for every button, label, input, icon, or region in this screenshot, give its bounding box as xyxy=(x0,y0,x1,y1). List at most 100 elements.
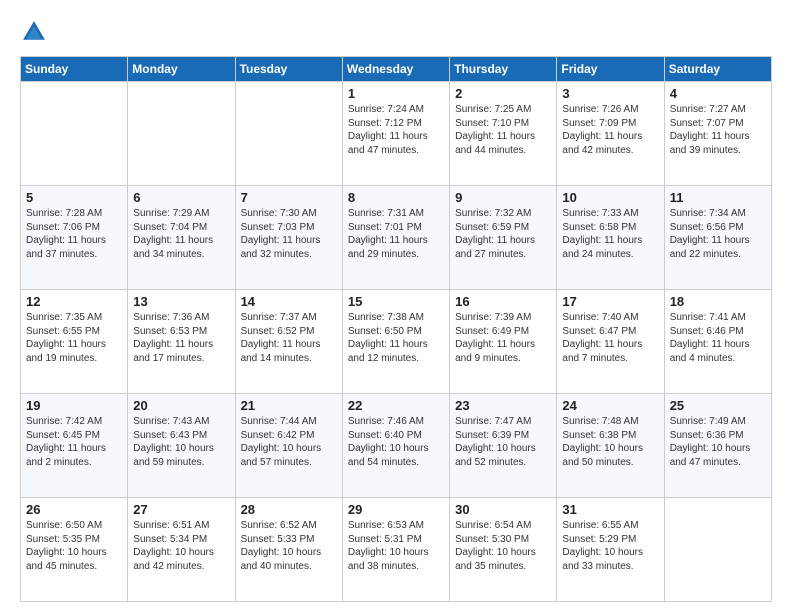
day-number: 10 xyxy=(562,190,658,205)
day-number: 13 xyxy=(133,294,229,309)
day-info: Sunrise: 7:46 AM Sunset: 6:40 PM Dayligh… xyxy=(348,415,444,469)
calendar-cell: 19 Sunrise: 7:42 AM Sunset: 6:45 PM Dayli… xyxy=(21,394,128,498)
calendar-cell: 28 Sunrise: 6:52 AM Sunset: 5:33 PM Dayli… xyxy=(235,498,342,602)
day-info: Sunrise: 6:51 AM Sunset: 5:34 PM Dayligh… xyxy=(133,519,229,573)
calendar-cell: 14 Sunrise: 7:37 AM Sunset: 6:52 PM Dayli… xyxy=(235,290,342,394)
calendar-week-row: 19 Sunrise: 7:42 AM Sunset: 6:45 PM Dayli… xyxy=(21,394,772,498)
calendar-cell xyxy=(235,82,342,186)
calendar-cell: 15 Sunrise: 7:38 AM Sunset: 6:50 PM Dayli… xyxy=(342,290,449,394)
calendar-week-row: 5 Sunrise: 7:28 AM Sunset: 7:06 PM Daylig… xyxy=(21,186,772,290)
day-info: Sunrise: 7:28 AM Sunset: 7:06 PM Dayligh… xyxy=(26,207,122,261)
calendar-cell: 11 Sunrise: 7:34 AM Sunset: 6:56 PM Dayli… xyxy=(664,186,771,290)
day-number: 18 xyxy=(670,294,766,309)
calendar-cell: 6Sunrise: 7:29 AM Sunset: 7:04 PM Daylig… xyxy=(128,186,235,290)
day-number: 16 xyxy=(455,294,551,309)
calendar-day-header: Wednesday xyxy=(342,57,449,82)
day-number: 3 xyxy=(562,86,658,101)
day-info: Sunrise: 7:34 AM Sunset: 6:56 PM Dayligh… xyxy=(670,207,766,261)
day-number: 15 xyxy=(348,294,444,309)
day-number: 7 xyxy=(241,190,337,205)
day-info: Sunrise: 7:47 AM Sunset: 6:39 PM Dayligh… xyxy=(455,415,551,469)
calendar-day-header: Friday xyxy=(557,57,664,82)
day-info: Sunrise: 6:52 AM Sunset: 5:33 PM Dayligh… xyxy=(241,519,337,573)
calendar-cell: 12 Sunrise: 7:35 AM Sunset: 6:55 PM Dayli… xyxy=(21,290,128,394)
calendar-cell: 2 Sunrise: 7:25 AM Sunset: 7:10 PM Daylig… xyxy=(450,82,557,186)
day-info: Sunrise: 6:54 AM Sunset: 5:30 PM Dayligh… xyxy=(455,519,551,573)
day-info: Sunrise: 7:32 AM Sunset: 6:59 PM Dayligh… xyxy=(455,207,551,261)
day-info: Sunrise: 7:38 AM Sunset: 6:50 PM Dayligh… xyxy=(348,311,444,365)
calendar-cell: 22 Sunrise: 7:46 AM Sunset: 6:40 PM Dayli… xyxy=(342,394,449,498)
calendar-cell: 27Sunrise: 6:51 AM Sunset: 5:34 PM Dayli… xyxy=(128,498,235,602)
calendar-table: SundayMondayTuesdayWednesdayThursdayFrid… xyxy=(20,56,772,602)
day-number: 20 xyxy=(133,398,229,413)
day-info: Sunrise: 7:42 AM Sunset: 6:45 PM Dayligh… xyxy=(26,415,122,469)
day-number: 26 xyxy=(26,502,122,517)
logo xyxy=(20,18,52,46)
day-info: Sunrise: 7:40 AM Sunset: 6:47 PM Dayligh… xyxy=(562,311,658,365)
calendar-cell: 7 Sunrise: 7:30 AM Sunset: 7:03 PM Daylig… xyxy=(235,186,342,290)
calendar-cell: 29Sunrise: 6:53 AM Sunset: 5:31 PM Dayli… xyxy=(342,498,449,602)
day-number: 11 xyxy=(670,190,766,205)
day-number: 22 xyxy=(348,398,444,413)
day-number: 8 xyxy=(348,190,444,205)
day-info: Sunrise: 7:39 AM Sunset: 6:49 PM Dayligh… xyxy=(455,311,551,365)
calendar-day-header: Tuesday xyxy=(235,57,342,82)
calendar-cell: 24Sunrise: 7:48 AM Sunset: 6:38 PM Dayli… xyxy=(557,394,664,498)
calendar-cell: 18 Sunrise: 7:41 AM Sunset: 6:46 PM Dayli… xyxy=(664,290,771,394)
day-number: 23 xyxy=(455,398,551,413)
day-info: Sunrise: 7:27 AM Sunset: 7:07 PM Dayligh… xyxy=(670,103,766,157)
calendar-cell: 26Sunrise: 6:50 AM Sunset: 5:35 PM Dayli… xyxy=(21,498,128,602)
day-number: 12 xyxy=(26,294,122,309)
day-info: Sunrise: 7:33 AM Sunset: 6:58 PM Dayligh… xyxy=(562,207,658,261)
day-info: Sunrise: 7:31 AM Sunset: 7:01 PM Dayligh… xyxy=(348,207,444,261)
calendar-cell: 4Sunrise: 7:27 AM Sunset: 7:07 PM Daylig… xyxy=(664,82,771,186)
calendar-cell: 8 Sunrise: 7:31 AM Sunset: 7:01 PM Daylig… xyxy=(342,186,449,290)
day-number: 30 xyxy=(455,502,551,517)
day-number: 2 xyxy=(455,86,551,101)
day-info: Sunrise: 7:37 AM Sunset: 6:52 PM Dayligh… xyxy=(241,311,337,365)
day-info: Sunrise: 7:25 AM Sunset: 7:10 PM Dayligh… xyxy=(455,103,551,157)
day-info: Sunrise: 6:55 AM Sunset: 5:29 PM Dayligh… xyxy=(562,519,658,573)
day-number: 14 xyxy=(241,294,337,309)
calendar-day-header: Thursday xyxy=(450,57,557,82)
day-info: Sunrise: 7:30 AM Sunset: 7:03 PM Dayligh… xyxy=(241,207,337,261)
calendar-week-row: 26Sunrise: 6:50 AM Sunset: 5:35 PM Dayli… xyxy=(21,498,772,602)
day-number: 29 xyxy=(348,502,444,517)
calendar-cell: 3 Sunrise: 7:26 AM Sunset: 7:09 PM Daylig… xyxy=(557,82,664,186)
day-info: Sunrise: 7:43 AM Sunset: 6:43 PM Dayligh… xyxy=(133,415,229,469)
day-number: 9 xyxy=(455,190,551,205)
day-info: Sunrise: 7:44 AM Sunset: 6:42 PM Dayligh… xyxy=(241,415,337,469)
calendar-day-header: Sunday xyxy=(21,57,128,82)
day-number: 19 xyxy=(26,398,122,413)
day-number: 28 xyxy=(241,502,337,517)
calendar-week-row: 1 Sunrise: 7:24 AM Sunset: 7:12 PM Daylig… xyxy=(21,82,772,186)
logo-icon xyxy=(20,18,48,46)
day-info: Sunrise: 7:49 AM Sunset: 6:36 PM Dayligh… xyxy=(670,415,766,469)
header xyxy=(20,18,772,46)
day-number: 6 xyxy=(133,190,229,205)
calendar-day-header: Monday xyxy=(128,57,235,82)
day-info: Sunrise: 7:26 AM Sunset: 7:09 PM Dayligh… xyxy=(562,103,658,157)
calendar-cell xyxy=(664,498,771,602)
calendar-cell: 10 Sunrise: 7:33 AM Sunset: 6:58 PM Dayli… xyxy=(557,186,664,290)
calendar-cell: 21 Sunrise: 7:44 AM Sunset: 6:42 PM Dayli… xyxy=(235,394,342,498)
day-info: Sunrise: 7:24 AM Sunset: 7:12 PM Dayligh… xyxy=(348,103,444,157)
day-number: 17 xyxy=(562,294,658,309)
day-number: 31 xyxy=(562,502,658,517)
calendar-cell: 20 Sunrise: 7:43 AM Sunset: 6:43 PM Dayli… xyxy=(128,394,235,498)
day-info: Sunrise: 7:36 AM Sunset: 6:53 PM Dayligh… xyxy=(133,311,229,365)
day-number: 1 xyxy=(348,86,444,101)
day-info: Sunrise: 7:41 AM Sunset: 6:46 PM Dayligh… xyxy=(670,311,766,365)
calendar-cell xyxy=(128,82,235,186)
calendar-cell: 25Sunrise: 7:49 AM Sunset: 6:36 PM Dayli… xyxy=(664,394,771,498)
day-info: Sunrise: 7:48 AM Sunset: 6:38 PM Dayligh… xyxy=(562,415,658,469)
calendar-week-row: 12 Sunrise: 7:35 AM Sunset: 6:55 PM Dayli… xyxy=(21,290,772,394)
calendar-cell: 13 Sunrise: 7:36 AM Sunset: 6:53 PM Dayli… xyxy=(128,290,235,394)
calendar-cell: 9 Sunrise: 7:32 AM Sunset: 6:59 PM Daylig… xyxy=(450,186,557,290)
calendar-cell xyxy=(21,82,128,186)
calendar-cell: 17 Sunrise: 7:40 AM Sunset: 6:47 PM Dayli… xyxy=(557,290,664,394)
day-number: 5 xyxy=(26,190,122,205)
calendar-cell: 31 Sunrise: 6:55 AM Sunset: 5:29 PM Dayli… xyxy=(557,498,664,602)
day-info: Sunrise: 7:35 AM Sunset: 6:55 PM Dayligh… xyxy=(26,311,122,365)
day-number: 21 xyxy=(241,398,337,413)
